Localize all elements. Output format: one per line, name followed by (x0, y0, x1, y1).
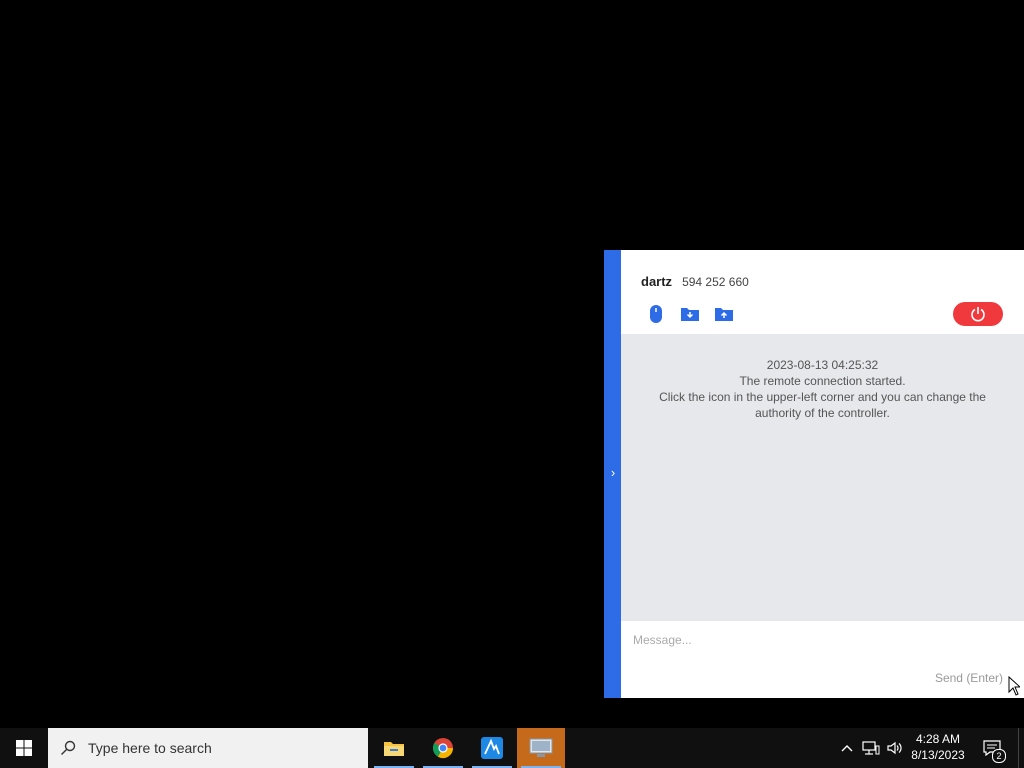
file-upload-button[interactable] (713, 304, 735, 324)
show-desktop-button[interactable] (1018, 728, 1024, 768)
send-button[interactable]: Send (Enter) (935, 671, 1003, 685)
mouse-control-icon (650, 305, 662, 323)
search-icon (61, 740, 76, 755)
chevron-up-icon (841, 745, 853, 752)
search-placeholder: Type here to search (88, 740, 212, 756)
taskbar: Type here to search 4:28 AM 8/13/2023 2 (0, 728, 1024, 768)
message-composer: Send (Enter) (621, 621, 1024, 698)
clock-time: 4:28 AM (915, 732, 961, 746)
disconnect-button[interactable] (953, 302, 1003, 326)
system-message: 2023-08-13 04:25:32 The remote connectio… (621, 357, 1024, 421)
mouse-control-button[interactable] (645, 304, 667, 324)
show-hidden-icons-button[interactable] (838, 728, 856, 768)
user-name: dartz (641, 274, 673, 289)
network-icon (862, 741, 880, 755)
file-download-button[interactable] (679, 304, 701, 324)
notification-count-badge: 2 (992, 749, 1006, 763)
volume-icon (887, 741, 902, 755)
file-upload-icon (715, 308, 733, 321)
control-app-icon (529, 738, 553, 757)
message-line: Click the icon in the upper-left corner … (659, 390, 986, 404)
remote-app-icon (481, 737, 503, 759)
chat-history: 2023-08-13 04:25:32 The remote connectio… (621, 334, 1024, 621)
mouse-cursor-icon (1008, 676, 1020, 696)
taskbar-app-file-explorer[interactable] (370, 728, 418, 768)
system-clock[interactable]: 4:28 AM 8/13/2023 (905, 728, 971, 768)
message-line: authority of the controller. (755, 406, 890, 420)
taskbar-app-chrome[interactable] (419, 728, 467, 768)
message-line: The remote connection started. (739, 374, 906, 388)
clock-date: 8/13/2023 (911, 748, 965, 762)
panel-side-strip: › (604, 250, 621, 698)
start-button[interactable] (0, 728, 48, 768)
message-timestamp: 2023-08-13 04:25:32 (766, 358, 879, 372)
file-explorer-icon (384, 742, 404, 756)
power-icon (971, 307, 985, 322)
message-input[interactable] (631, 629, 1015, 651)
chrome-icon (432, 738, 454, 759)
remote-session-panel: › dartz 594 252 660 2023-08-13 04:25:32 … (604, 250, 1024, 698)
windows-logo-icon (16, 740, 32, 756)
taskbar-app-control[interactable] (517, 728, 565, 768)
action-center-button[interactable]: 2 (976, 728, 1008, 768)
session-toolbar (645, 304, 735, 324)
taskbar-search[interactable]: Type here to search (48, 728, 368, 768)
volume-button[interactable] (884, 728, 906, 768)
chevron-right-icon[interactable]: › (607, 465, 619, 481)
session-header: dartz 594 252 660 (641, 274, 749, 290)
file-download-icon (681, 308, 699, 321)
taskbar-app-remote[interactable] (468, 728, 516, 768)
session-id: 594 252 660 (682, 275, 749, 289)
network-button[interactable] (860, 728, 882, 768)
